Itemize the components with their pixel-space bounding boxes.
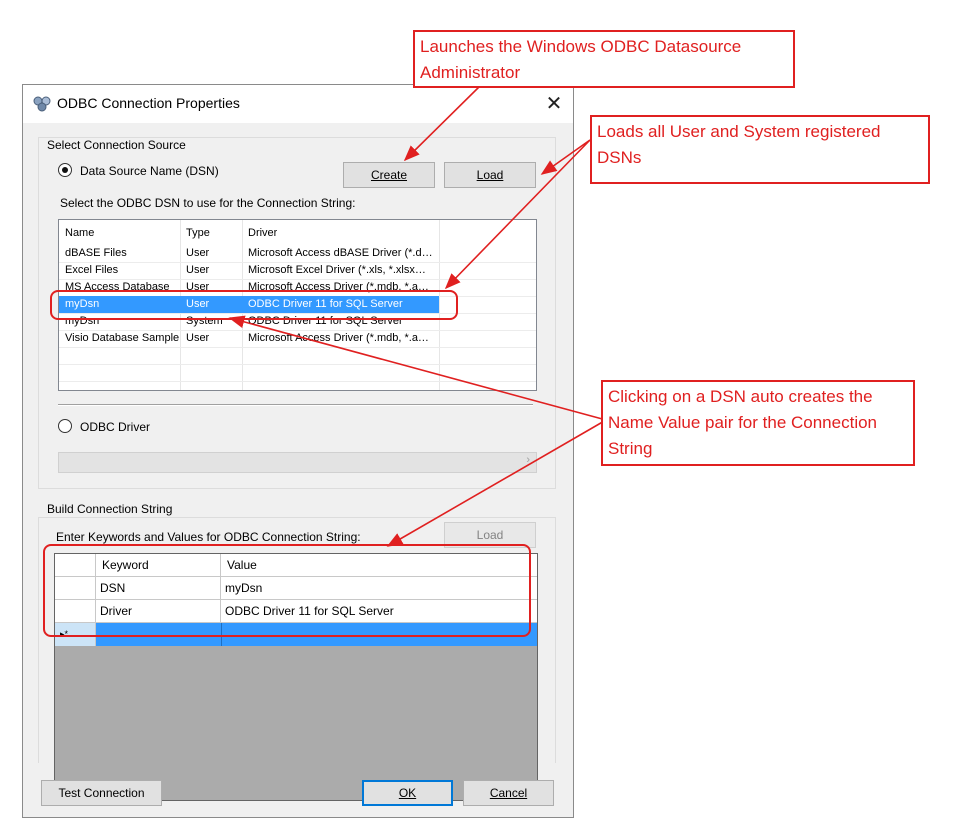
annotation-dsn-click: Clicking on a DSN auto creates the Name … bbox=[601, 380, 915, 466]
annotation-dsn-click-text: Clicking on a DSN auto creates the Name … bbox=[608, 387, 878, 458]
annotation-load-text: Loads all User and System registered DSN… bbox=[597, 122, 881, 167]
arrow-to-selected-dsn bbox=[228, 315, 607, 421]
arrow-to-load bbox=[540, 139, 591, 175]
annotation-create: Launches the Windows ODBC Datasource Adm… bbox=[413, 30, 795, 88]
annotation-load: Loads all User and System registered DSN… bbox=[590, 115, 930, 184]
arrow-to-create bbox=[403, 85, 481, 162]
arrow-to-grid bbox=[386, 419, 607, 547]
arrow-to-dsn-list bbox=[444, 139, 591, 290]
annotation-create-text: Launches the Windows ODBC Datasource Adm… bbox=[420, 37, 742, 82]
